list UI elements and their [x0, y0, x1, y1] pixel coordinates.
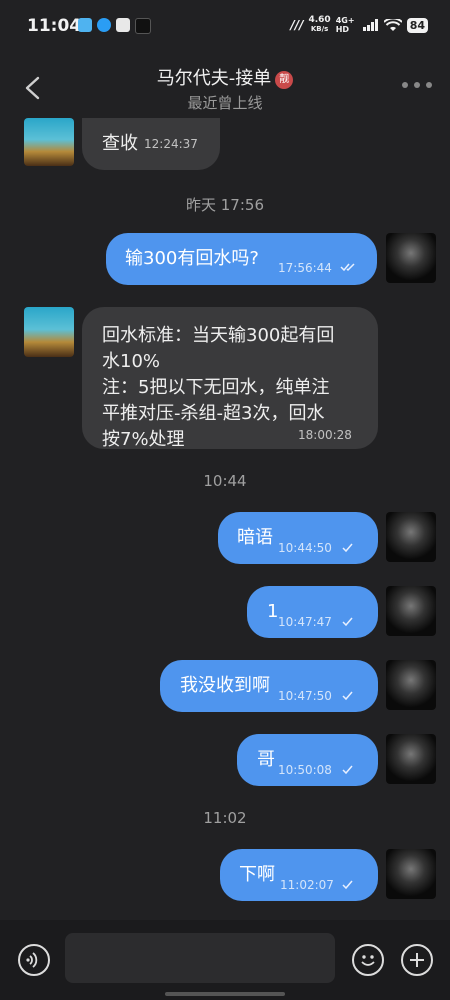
check-icon — [342, 880, 353, 890]
contact-avatar[interactable] — [24, 307, 74, 357]
app-notification-icon — [135, 18, 151, 34]
chat-title: 马尔代夫-接单 — [156, 68, 272, 89]
message-bubble-outgoing[interactable]: 输300有回水吗? 17:56:44 — [106, 233, 377, 285]
time-separator: 11:02 — [203, 809, 247, 827]
network-type: 4G+ HD — [335, 16, 355, 34]
more-icon[interactable] — [402, 82, 432, 88]
my-avatar[interactable] — [386, 734, 436, 784]
message-bubble-outgoing[interactable]: 哥 10:50:08 — [237, 734, 378, 786]
plus-icon[interactable] — [401, 944, 433, 976]
message-bubble-outgoing[interactable]: 暗语 10:44:50 — [218, 512, 378, 564]
message-bubble-outgoing[interactable]: 我没收到啊 10:47:50 — [160, 660, 378, 712]
emoji-icon[interactable] — [352, 944, 384, 976]
message-bubble-outgoing[interactable]: 1 10:47:47 — [247, 586, 378, 638]
qq-icon — [97, 18, 111, 32]
pretty-number-badge: 靓 — [275, 71, 294, 89]
my-avatar[interactable] — [386, 586, 436, 636]
signal-icon — [362, 19, 378, 31]
gesture-bar — [165, 992, 285, 996]
check-icon — [342, 765, 353, 775]
network-speed: 4.60 KB/s — [308, 15, 331, 34]
notification-icons — [78, 18, 151, 34]
message-input[interactable] — [65, 933, 335, 983]
data-saver-icon: /// — [290, 18, 304, 32]
app-notification-icon — [116, 18, 130, 32]
my-avatar[interactable] — [386, 233, 436, 283]
wifi-icon — [383, 18, 402, 31]
input-bar — [0, 920, 450, 1000]
chat-title-row[interactable]: 马尔代夫-接单靓 — [0, 64, 450, 90]
time-separator: 10:44 — [203, 472, 247, 490]
status-bar: 11:04 /// 4.60 KB/s 4G+ HD 84 — [0, 0, 450, 54]
message-bubble-outgoing[interactable]: 下啊 11:02:07 — [220, 849, 378, 901]
my-avatar[interactable] — [386, 660, 436, 710]
check-icon — [342, 543, 353, 553]
voice-icon[interactable] — [18, 944, 50, 976]
app-notification-icon — [78, 18, 92, 32]
my-avatar[interactable] — [386, 849, 436, 899]
double-check-icon — [340, 263, 355, 272]
contact-avatar[interactable] — [24, 118, 74, 166]
check-icon — [342, 691, 353, 701]
check-icon — [342, 617, 353, 627]
my-avatar[interactable] — [386, 512, 436, 562]
online-status: 最近曾上线 — [187, 94, 263, 112]
chat-header: 马尔代夫-接单靓 最近曾上线 — [0, 54, 450, 120]
battery-indicator: 84 — [406, 17, 428, 33]
time-separator: 昨天 17:56 — [186, 196, 264, 214]
message-bubble-incoming[interactable]: 查收 12:24:37 — [82, 118, 220, 170]
status-right: /// 4.60 KB/s 4G+ HD 84 — [290, 16, 428, 34]
status-time: 11:04 — [27, 16, 82, 36]
message-bubble-incoming[interactable]: 回水标准：当天输300起有回 水10% 注：5把以下无回水，纯单注 平推对压-杀… — [82, 307, 378, 450]
